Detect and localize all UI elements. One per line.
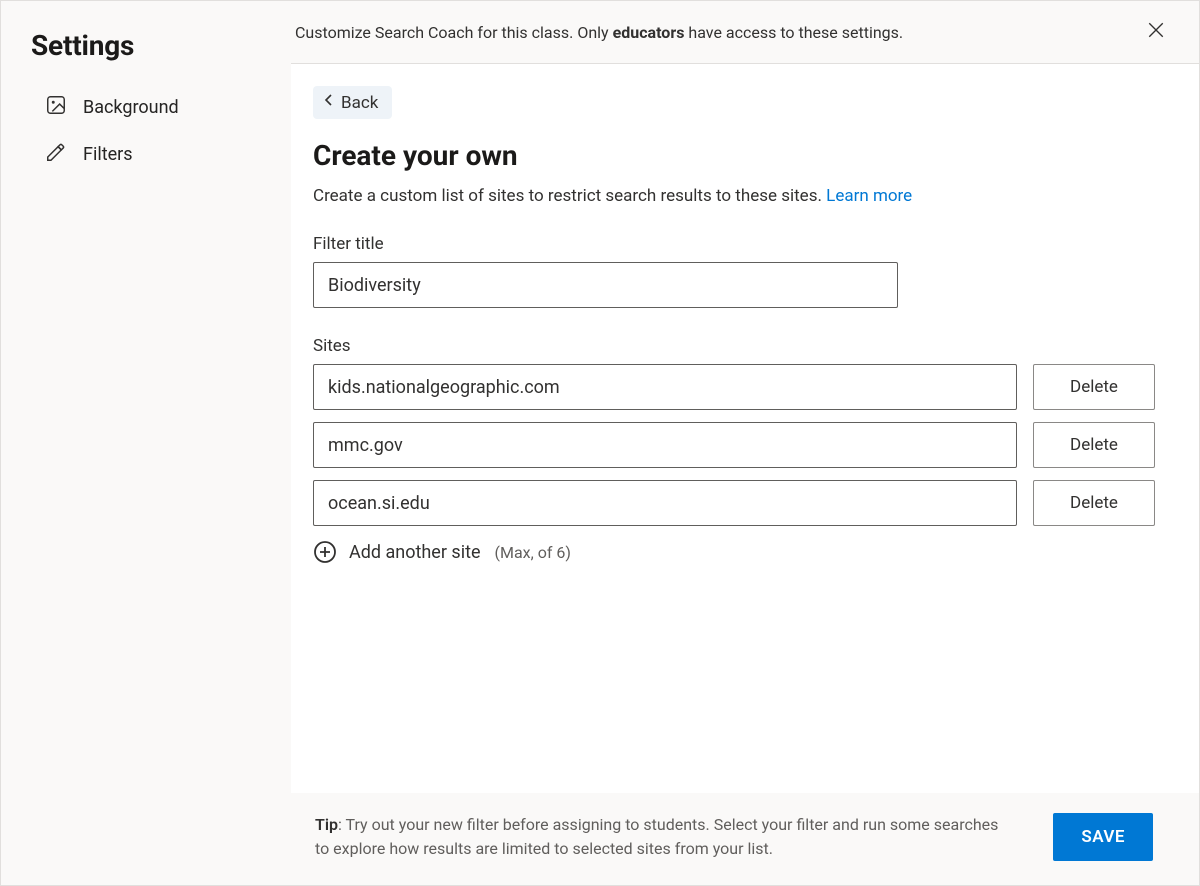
footer: Tip: Try out your new filter before assi… xyxy=(291,793,1199,885)
site-row: Delete xyxy=(313,364,1177,410)
site-row: Delete xyxy=(313,422,1177,468)
chevron-left-icon xyxy=(321,92,337,113)
nav-item-label: Background xyxy=(83,97,179,118)
panel-heading: Create your own xyxy=(313,139,1177,172)
image-icon xyxy=(45,94,67,121)
filter-title-label: Filter title xyxy=(313,234,1177,254)
topbar: Customize Search Coach for this class. O… xyxy=(291,1,1199,64)
sites-label: Sites xyxy=(313,336,1177,356)
close-button[interactable] xyxy=(1143,17,1169,47)
site-row: Delete xyxy=(313,480,1177,526)
filter-title-input[interactable] xyxy=(313,262,898,308)
panel: Back Create your own Create a custom lis… xyxy=(291,64,1199,793)
plus-circle-icon xyxy=(313,540,337,564)
delete-site-button[interactable]: Delete xyxy=(1033,364,1155,410)
site-input[interactable] xyxy=(313,422,1017,468)
delete-site-button[interactable]: Delete xyxy=(1033,422,1155,468)
nav-item-label: Filters xyxy=(83,144,133,165)
add-site-label: Add another site xyxy=(349,542,481,563)
tip-text: Tip: Try out your new filter before assi… xyxy=(315,813,1015,861)
delete-site-button[interactable]: Delete xyxy=(1033,480,1155,526)
close-icon xyxy=(1147,21,1165,43)
panel-description: Create a custom list of sites to restric… xyxy=(313,186,1177,206)
nav-background[interactable]: Background xyxy=(31,84,267,131)
sidebar-title: Settings xyxy=(31,29,267,62)
edit-icon xyxy=(45,141,67,168)
nav-filters[interactable]: Filters xyxy=(31,131,267,178)
topbar-text: Customize Search Coach for this class. O… xyxy=(295,23,903,42)
back-button[interactable]: Back xyxy=(313,86,392,119)
settings-dialog: Settings Background Filters xyxy=(0,0,1200,886)
back-label: Back xyxy=(341,93,378,113)
save-button[interactable]: SAVE xyxy=(1053,813,1153,861)
site-input[interactable] xyxy=(313,480,1017,526)
site-input[interactable] xyxy=(313,364,1017,410)
add-site-button[interactable]: Add another site (Max, of 6) xyxy=(313,540,1177,564)
sidebar: Settings Background Filters xyxy=(1,1,291,885)
add-site-max: (Max, of 6) xyxy=(495,543,571,562)
learn-more-link[interactable]: Learn more xyxy=(826,186,912,206)
content: Customize Search Coach for this class. O… xyxy=(291,1,1199,885)
